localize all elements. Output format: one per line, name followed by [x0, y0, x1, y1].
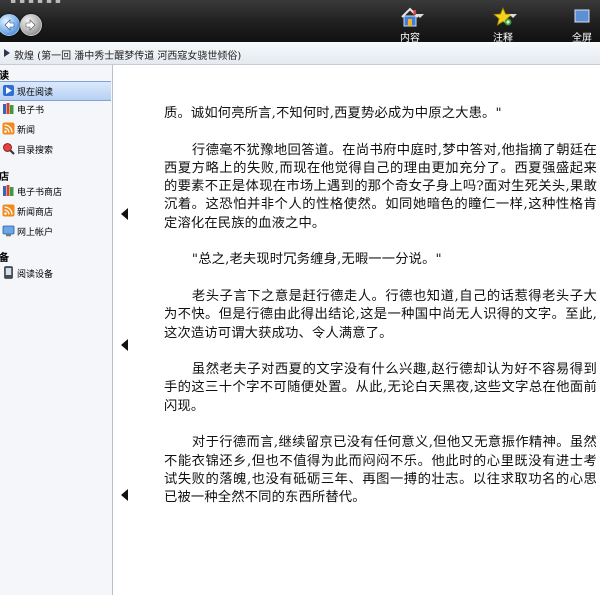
breadcrumb-text[interactable]: 敦煌 (第一回 潘中秀士醒梦传道 河西寇女骁世倾俗): [14, 47, 241, 62]
sidebar-item-label: 目录搜索: [17, 146, 54, 156]
news-store-icon: [2, 204, 15, 217]
reading-icon: [2, 84, 15, 97]
sidebar-item-label: 电子书商店: [17, 188, 63, 198]
page-marker-left-icon[interactable]: [121, 339, 128, 351]
sidebar-item-now-reading[interactable]: 现在阅读: [0, 81, 111, 101]
main-toolbar: ▪ ▪ ▪ ▪ ▪ ▪ 内容 注释 全屏: [0, 0, 600, 44]
sidebar-item-news-store[interactable]: 新闻商店: [0, 202, 111, 220]
reading-device-icon: [2, 266, 15, 279]
sidebar-section-reading: 阅读: [0, 71, 9, 82]
ebook-store-icon: [2, 184, 15, 197]
book-paragraph: 对于行德而言,继续留京已没有任何意义,但他又无意振作精神。虽然不能衣锦还乡,但也…: [164, 435, 597, 506]
forward-arrow-icon: [25, 19, 36, 31]
page-marker-left-icon[interactable]: [121, 208, 128, 220]
sidebar-item-label: 阅读设备: [17, 270, 54, 280]
chevron-down-icon: [416, 14, 424, 18]
chevron-down-icon: [509, 14, 517, 18]
news-rss-icon: [2, 122, 15, 135]
book-text: 质。诚如何亮所言,不知何时,西夏势必成为中原之大患。" 行德毫不犹豫地回答道。在…: [164, 105, 597, 526]
forward-button[interactable]: [20, 14, 42, 36]
book-paragraph: 虽然老夫子对西夏的文字没有什么兴趣,赵行德却认为好不容易得到手的这三十个字不可随…: [164, 362, 597, 414]
sidebar-section-store: 商店: [0, 172, 9, 183]
annotation-button[interactable]: 注释: [473, 6, 533, 44]
content-button[interactable]: 内容: [380, 7, 440, 44]
sidebar-item-label: 电子书: [17, 106, 45, 116]
sidebar-item-reading-device[interactable]: 阅读设备: [0, 264, 111, 282]
menu-bar-fragment: ▪ ▪ ▪ ▪ ▪ ▪: [10, 0, 61, 6]
sidebar-item-catalog-search[interactable]: 目录搜索: [0, 140, 111, 158]
fullscreen-icon: [572, 7, 592, 27]
back-button[interactable]: [0, 14, 20, 36]
play-arrow-icon: [4, 49, 10, 57]
sidebar-section-device: 设备: [0, 253, 9, 264]
home-icon: [398, 7, 424, 27]
reading-pane: 质。诚如何亮所言,不知何时,西夏势必成为中原之大患。" 行德毫不犹豫地回答道。在…: [113, 65, 600, 595]
back-arrow-icon: [4, 19, 15, 31]
sidebar-item-news[interactable]: 新闻: [0, 120, 111, 138]
sidebar-item-label: 网上帐户: [17, 228, 54, 238]
book-paragraph: 老头子言下之意是赶行德走人。行德也知道,自己的话惹得老头子大为不快。但是行德由此…: [164, 288, 597, 341]
sidebar-item-label: 现在阅读: [17, 88, 54, 98]
sidebar-item-label: 新闻: [17, 126, 36, 136]
sidebar-item-online-account[interactable]: 网上帐户: [0, 222, 111, 240]
star-icon: [491, 6, 517, 27]
ebook-icon: [2, 102, 15, 115]
sidebar-item-ebooks[interactable]: 电子书: [0, 100, 111, 118]
fullscreen-button[interactable]: 全屏: [572, 7, 600, 44]
page-marker-left-icon[interactable]: [121, 489, 128, 501]
book-paragraph: 行德毫不犹豫地回答道。在尚书府中庭时,梦中答对,他指摘了朝廷在西夏方略上的失败,…: [164, 142, 597, 231]
sidebar-item-label: 新闻商店: [17, 208, 54, 218]
library-sidebar: 阅读 现在阅读 电子书 新闻 目录搜索 商店 电子书商店 新闻商店: [0, 65, 113, 595]
book-paragraph: "总之,老夫现时冗务缠身,无暇一一分说。": [191, 252, 442, 268]
breadcrumb: 敦煌 (第一回 潘中秀士醒梦传道 河西寇女骁世倾俗): [0, 42, 600, 65]
catalog-search-icon: [2, 142, 15, 155]
online-account-icon: [2, 224, 15, 237]
sidebar-item-ebook-store[interactable]: 电子书商店: [0, 182, 111, 200]
book-paragraph: 质。诚如何亮所言,不知何时,西夏势必成为中原之大患。": [164, 106, 502, 121]
